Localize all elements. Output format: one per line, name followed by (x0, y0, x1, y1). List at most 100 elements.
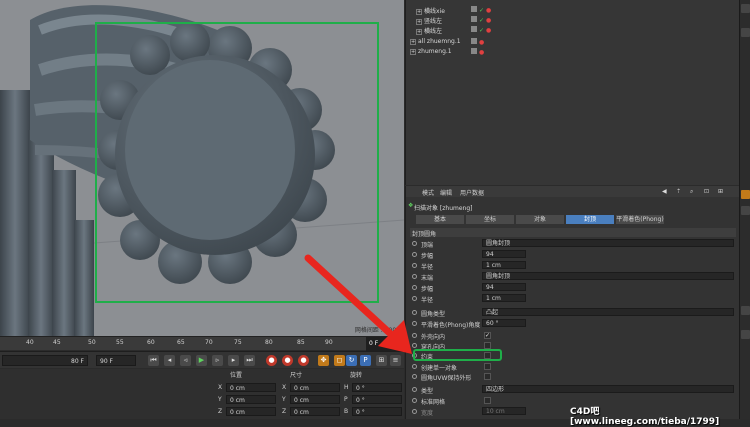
tab-coord[interactable]: 坐标 (466, 215, 514, 224)
param-number[interactable]: 94 (482, 250, 526, 258)
end-frame-field[interactable]: 90 F (96, 355, 136, 366)
object-row[interactable]: + 横线xie (416, 6, 445, 15)
animate-dot-icon[interactable] (412, 374, 417, 379)
param-number: 10 cm (482, 407, 526, 415)
param-row[interactable]: 圆角UVW保持外形 (412, 372, 737, 382)
axis-label: B (344, 408, 349, 415)
panel-tab-icon[interactable] (741, 4, 750, 13)
panel-tab-icon[interactable] (741, 28, 750, 37)
position-z-field[interactable]: 0 cm (226, 407, 276, 416)
step-back-icon[interactable]: ◃ (180, 355, 191, 366)
param-row[interactable]: 末端 圆角封顶 (412, 272, 737, 282)
param-row[interactable]: 半径 1 cm (412, 294, 737, 304)
param-number[interactable]: 60 ° (482, 319, 526, 327)
timeline-tick: 50 (88, 339, 96, 346)
expand-icon[interactable]: + (410, 48, 416, 55)
sweep-icon: ❖ (408, 202, 414, 209)
menu-user-data[interactable]: 用户数据 (460, 188, 484, 197)
position-x-field[interactable]: 0 cm (226, 383, 276, 392)
param-checkbox[interactable]: ✓ (484, 332, 491, 339)
param-dropdown[interactable]: 圆角封顶 (482, 272, 734, 280)
object-row[interactable]: + all zhuemng.1 (410, 38, 461, 47)
play-icon[interactable]: ▶ (196, 355, 207, 366)
goto-end-icon[interactable]: ⏭ (244, 355, 255, 366)
param-checkbox[interactable] (484, 373, 491, 380)
menu-mode[interactable]: 模式 (422, 188, 434, 197)
tab-object[interactable]: 对象 (516, 215, 564, 224)
rotation-p-field[interactable]: 0 ° (352, 395, 402, 404)
tab-caps[interactable]: 封顶 (566, 215, 614, 224)
object-flags[interactable]: ✓ ● (471, 16, 491, 24)
autokey-icon[interactable]: ● (282, 355, 293, 366)
animate-dot-icon[interactable] (412, 398, 417, 403)
tab-basic[interactable]: 基本 (416, 215, 464, 224)
animate-dot-icon[interactable] (412, 387, 417, 392)
param-number[interactable]: 1 cm (482, 261, 526, 269)
param-checkbox[interactable] (484, 342, 491, 349)
object-name: 横线左 (424, 28, 443, 35)
timeline-tick: 55 (116, 339, 124, 346)
size-x-field[interactable]: 0 cm (290, 383, 340, 392)
param-number[interactable]: 94 (482, 283, 526, 291)
animate-dot-icon[interactable] (412, 241, 417, 246)
expand-icon[interactable]: + (416, 28, 422, 35)
param-checkbox[interactable] (484, 363, 491, 370)
record-icon[interactable]: ● (266, 355, 277, 366)
coordinates-panel: 位置 尺寸 旋转 X 0 cm X 0 cm H 0 ° Y 0 cm Y 0 … (0, 369, 404, 419)
object-flags[interactable]: ● (471, 48, 484, 56)
param-dropdown[interactable]: 四边形 (482, 385, 734, 393)
panel-tab-icon[interactable] (741, 306, 750, 315)
tab-phong[interactable]: 平滑着色(Phong) (616, 215, 664, 224)
lock-icon[interactable]: ⊡ (704, 188, 709, 195)
watermark: C4D吧 [www.lineeg.com/tieba/1799] (570, 407, 720, 427)
param-row[interactable]: 半径 1 cm (412, 261, 737, 271)
param-number[interactable]: 1 cm (482, 294, 526, 302)
object-row[interactable]: + 横线左 (416, 26, 442, 35)
goto-start-icon[interactable]: ⏮ (148, 355, 159, 366)
param-dropdown[interactable]: 圆角封顶 (482, 239, 734, 247)
position-y-field[interactable]: 0 cm (226, 395, 276, 404)
expand-icon[interactable]: + (416, 8, 422, 15)
param-row[interactable]: 平滑着色(Phong)角度 60 ° (412, 319, 737, 329)
object-flags[interactable]: ● (471, 38, 484, 46)
param-checkbox[interactable] (484, 397, 491, 404)
object-name: zhumeng.1 (418, 48, 452, 55)
timeline-tick: 60 (147, 339, 155, 346)
param-row[interactable]: 创建单一对象 (412, 362, 737, 372)
object-row[interactable]: + 竖线左 (416, 16, 442, 25)
prev-key-icon[interactable]: ◂ (164, 355, 175, 366)
expand-icon[interactable]: + (416, 18, 422, 25)
param-row[interactable]: 圆角类型 凸起 (412, 308, 737, 318)
object-row[interactable]: + zhumeng.1 (410, 48, 452, 57)
param-row[interactable]: 步幅 94 (412, 250, 737, 260)
axis-label: X (218, 384, 223, 391)
red-arrow-annotation (304, 254, 412, 354)
param-row[interactable]: 类型 四边形 (412, 385, 737, 395)
animate-dot-icon[interactable] (412, 364, 417, 369)
param-row[interactable]: 外壳向内 ✓ (412, 331, 737, 341)
step-forward-icon[interactable]: ▹ (212, 355, 223, 366)
object-flags[interactable]: ✓ ● (471, 6, 491, 14)
next-key-icon[interactable]: ▸ (228, 355, 239, 366)
new-panel-icon[interactable]: ⊞ (718, 188, 723, 195)
object-flags[interactable]: ✓ ● (471, 26, 491, 34)
search-icon[interactable]: ⌕ (690, 188, 693, 196)
up-arrow-icon[interactable]: ⇡ (676, 188, 681, 195)
attributes-tab-icon[interactable] (741, 190, 750, 199)
param-row[interactable]: 顶端 圆角封顶 (412, 239, 737, 249)
start-frame-field[interactable]: 80 F (2, 355, 88, 366)
panel-tab-icon[interactable] (741, 206, 750, 215)
axis-label: Z (218, 408, 223, 415)
menu-edit[interactable]: 编辑 (440, 188, 452, 197)
back-arrow-icon[interactable]: ◀ (662, 188, 667, 195)
object-name: all zhuemng.1 (418, 38, 461, 45)
rotation-h-field[interactable]: 0 ° (352, 383, 402, 392)
position-header: 位置 (230, 372, 243, 379)
size-z-field[interactable]: 0 cm (290, 407, 340, 416)
param-dropdown[interactable]: 凸起 (482, 308, 734, 316)
param-row[interactable]: 步幅 94 (412, 283, 737, 293)
expand-icon[interactable]: + (410, 38, 416, 45)
panel-tab-icon[interactable] (741, 330, 750, 339)
size-y-field[interactable]: 0 cm (290, 395, 340, 404)
rotation-b-field[interactable]: 0 ° (352, 407, 402, 416)
